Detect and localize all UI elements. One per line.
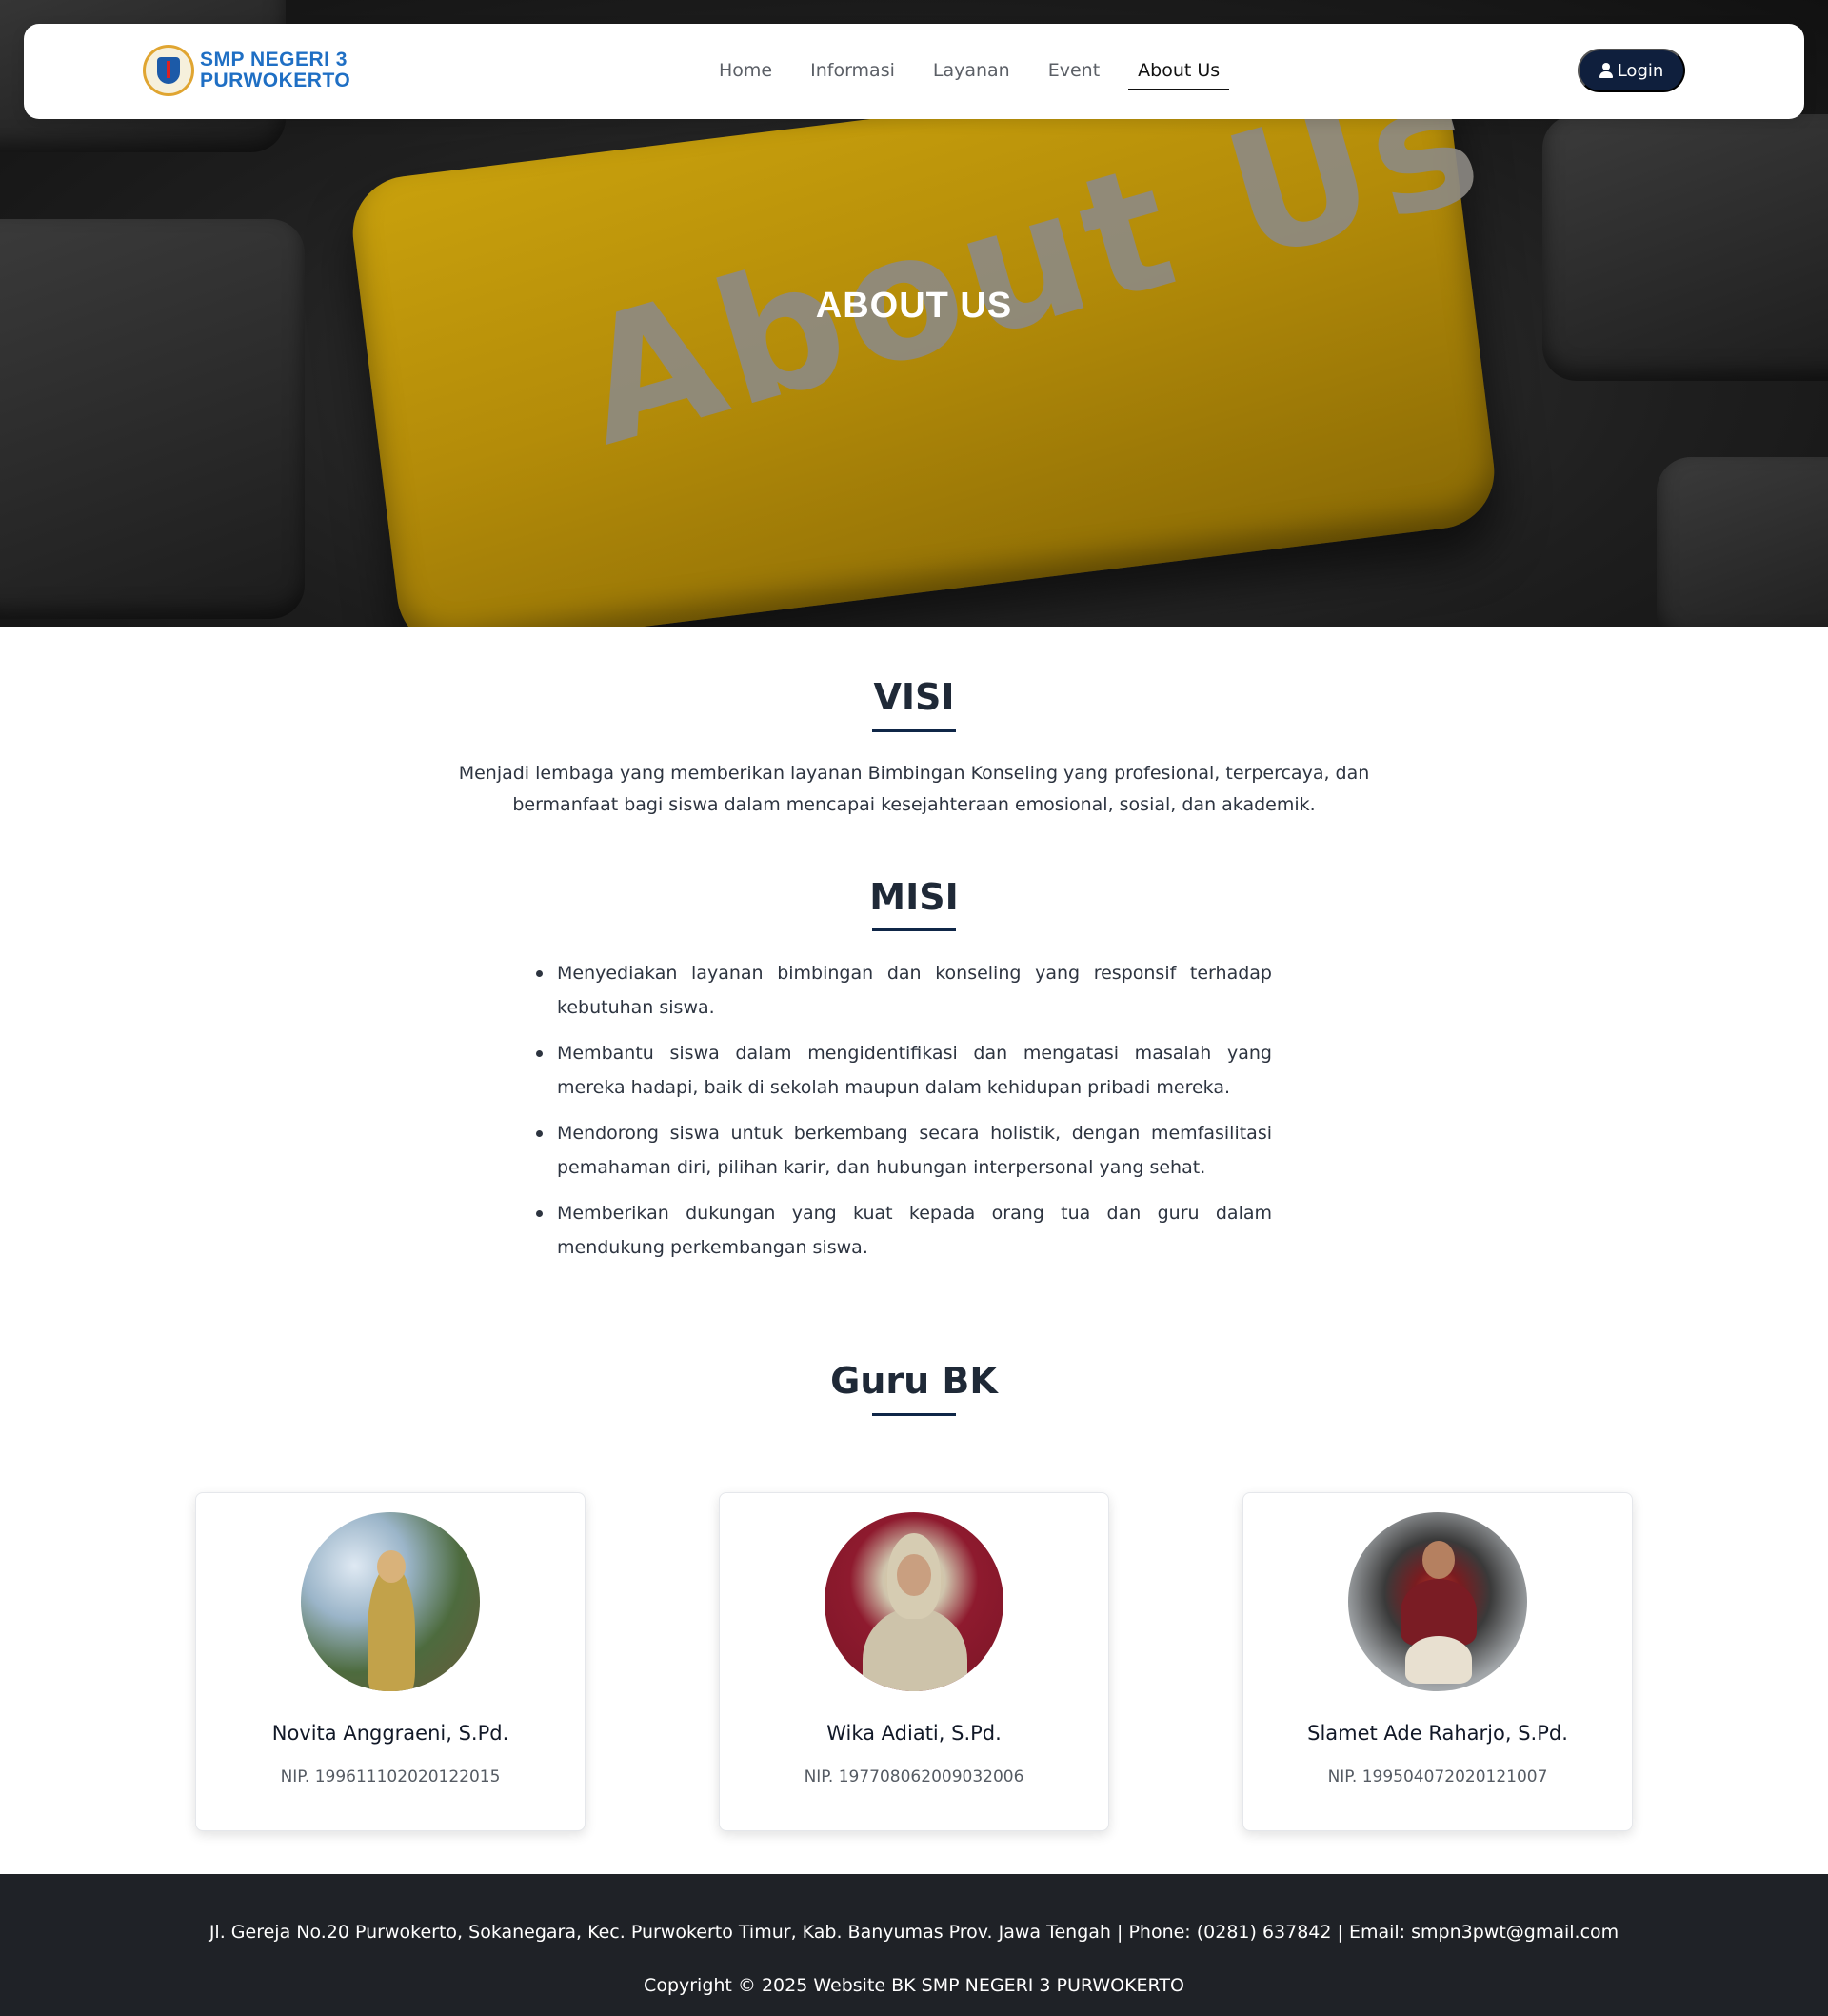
guru-underline <box>872 1413 956 1416</box>
logo-line-1: SMP NEGERI 3 <box>200 49 348 70</box>
misi-item: Membantu siswa dalam mengidentifikasi da… <box>533 1036 1272 1105</box>
teacher-photo <box>825 1512 1003 1691</box>
footer-copyright: Copyright © 2025 Website BK SMP NEGERI 3… <box>644 1975 1184 1996</box>
teacher-nip: NIP. 199504072020121007 <box>1327 1767 1548 1786</box>
keyboard-key-bottom-right <box>1657 457 1828 627</box>
misi-item: Mendorong siswa untuk berkembang secara … <box>533 1116 1272 1185</box>
teacher-nip: NIP. 199611102020122015 <box>280 1767 501 1786</box>
login-label: Login <box>1617 60 1664 81</box>
teacher-nip: NIP. 197708062009032006 <box>804 1767 1024 1786</box>
teacher-photo <box>1348 1512 1527 1691</box>
keyboard-key-right <box>1542 114 1828 381</box>
teacher-card: Novita Anggraeni, S.Pd. NIP. 19961110202… <box>195 1492 586 1831</box>
nav-links: Home Informasi Layanan Event About Us <box>700 52 1239 90</box>
misi-item: Memberikan dukungan yang kuat kepada ora… <box>533 1196 1272 1265</box>
visi-title: VISI <box>873 676 955 718</box>
visi-underline <box>872 729 956 732</box>
user-icon <box>1599 63 1613 78</box>
misi-item: Menyediakan layanan bimbingan dan konsel… <box>533 956 1272 1025</box>
teacher-photo <box>301 1512 480 1691</box>
teacher-name: Slamet Ade Raharjo, S.Pd. <box>1307 1722 1568 1745</box>
nav-link-about-us[interactable]: About Us <box>1128 52 1230 90</box>
nav-link-home[interactable]: Home <box>709 52 782 90</box>
logo-text: SMP NEGERI 3 PURWOKERTO <box>200 50 350 91</box>
navbar: SMP NEGERI 3 PURWOKERTO Home Informasi L… <box>24 24 1804 119</box>
teacher-name: Novita Anggraeni, S.Pd. <box>271 1722 509 1745</box>
school-logo[interactable]: SMP NEGERI 3 PURWOKERTO <box>143 45 350 96</box>
visi-text: Menjadi lembaga yang memberikan layanan … <box>458 763 1370 815</box>
hero-title: ABOUT US <box>815 286 1013 326</box>
nav-link-informasi[interactable]: Informasi <box>801 52 904 90</box>
nav-link-event[interactable]: Event <box>1039 52 1109 90</box>
keyboard-key-left <box>0 219 305 619</box>
nav-link-layanan[interactable]: Layanan <box>924 52 1020 90</box>
misi-list: Menyediakan layanan bimbingan dan konsel… <box>533 956 1272 1276</box>
misi-title: MISI <box>869 876 959 918</box>
login-button[interactable]: Login <box>1578 49 1685 92</box>
misi-underline <box>872 928 956 931</box>
footer: Jl. Gereja No.20 Purwokerto, Sokanegara,… <box>0 1874 1828 2016</box>
guru-title: Guru BK <box>830 1360 998 1402</box>
teacher-card: Slamet Ade Raharjo, S.Pd. NIP. 199504072… <box>1242 1492 1633 1831</box>
teacher-name: Wika Adiati, S.Pd. <box>826 1722 1002 1745</box>
teacher-card: Wika Adiati, S.Pd. NIP. 1977080620090320… <box>719 1492 1109 1831</box>
footer-address: Jl. Gereja No.20 Purwokerto, Sokanegara,… <box>209 1922 1619 1943</box>
logo-line-2: PURWOKERTO <box>200 70 351 91</box>
school-emblem-icon <box>143 45 194 96</box>
